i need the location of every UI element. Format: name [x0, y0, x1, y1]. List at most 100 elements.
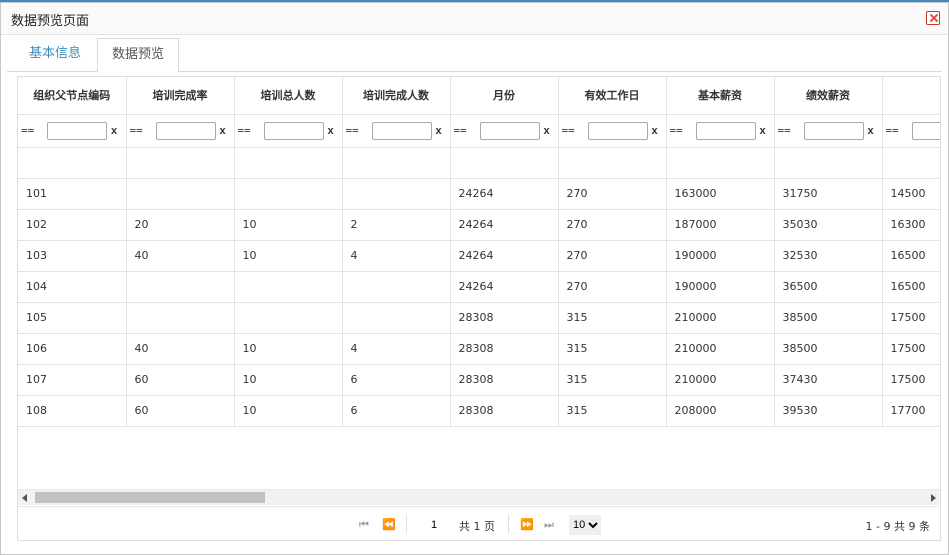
- clear-filter-icon[interactable]: x: [436, 125, 442, 137]
- filter-operator[interactable]: ==: [670, 124, 696, 137]
- table-cell: 106: [18, 333, 127, 365]
- table-cell: 38500: [774, 302, 883, 334]
- table-cell: 315: [558, 302, 667, 334]
- table-cell: 208000: [666, 395, 775, 427]
- scroll-thumb[interactable]: [35, 492, 265, 503]
- filter-input[interactable]: [695, 121, 756, 140]
- table-cell: 102: [18, 209, 127, 241]
- first-page-icon[interactable]: ⏮: [359, 519, 369, 530]
- table-cell: [342, 147, 451, 179]
- column-filter: == x: [774, 114, 883, 148]
- table-cell: 20: [126, 209, 235, 241]
- tab-data-preview[interactable]: 数据预览: [97, 38, 180, 73]
- filter-operator[interactable]: ==: [454, 124, 480, 137]
- table-row[interactable]: 101 24264 270 163000 31750 14500: [18, 178, 940, 210]
- column-filter: == x: [126, 114, 235, 148]
- table-row[interactable]: 105 28308 315 210000 38500 17500: [18, 302, 940, 334]
- next-page-icon[interactable]: ⏩: [520, 519, 534, 530]
- filter-input[interactable]: [587, 121, 648, 140]
- table-cell: 24264: [450, 178, 559, 210]
- column-header[interactable]: 组织父节点编码: [18, 77, 127, 115]
- table-cell: 6: [342, 364, 451, 396]
- table-row[interactable]: 108 60 10 6 28308 315 208000 39530 17700: [18, 395, 940, 427]
- filter-input[interactable]: [263, 121, 324, 140]
- table-row[interactable]: 103 40 10 4 24264 270 190000 32530 16500: [18, 240, 940, 272]
- table-cell: 315: [558, 333, 667, 365]
- table-cell: 108: [18, 395, 127, 427]
- data-preview-dialog: 数据预览页面 基本信息 数据预览 组织父节点编码 培训完成率 培训总人数 培训完成人数…: [0, 2, 949, 555]
- table-row[interactable]: 104 24264 270 190000 36500 16500: [18, 271, 940, 303]
- pager-divider: [406, 515, 407, 533]
- clear-filter-icon[interactable]: x: [220, 125, 226, 137]
- clear-filter-icon[interactable]: x: [652, 125, 658, 137]
- dialog-titlebar: 数据预览页面: [1, 3, 948, 35]
- clear-filter-icon[interactable]: x: [760, 125, 766, 137]
- filter-input[interactable]: [155, 121, 216, 140]
- table-row[interactable]: 106 40 10 4 28308 315 210000 38500 17500: [18, 333, 940, 365]
- header-row: 组织父节点编码培训完成率培训总人数培训完成人数月份有效工作日基本薪资绩效薪资保: [18, 77, 940, 115]
- scroll-right-icon[interactable]: [931, 494, 936, 502]
- column-header[interactable]: 月份: [450, 77, 559, 115]
- table-cell: 315: [558, 364, 667, 396]
- clear-filter-icon[interactable]: x: [544, 125, 550, 137]
- column-filter: == x: [450, 114, 559, 148]
- page-number-input[interactable]: [414, 515, 454, 535]
- table-cell: 2: [342, 209, 451, 241]
- last-page-icon[interactable]: ⏭: [544, 519, 554, 530]
- clear-filter-icon[interactable]: x: [328, 125, 334, 137]
- filter-operator[interactable]: ==: [562, 124, 588, 137]
- column-header[interactable]: 保: [882, 77, 940, 115]
- horizontal-scrollbar[interactable]: [18, 489, 940, 505]
- filter-operator[interactable]: ==: [886, 124, 912, 137]
- table-cell: [126, 302, 235, 334]
- close-icon[interactable]: [926, 11, 940, 25]
- table-cell: [342, 302, 451, 334]
- table-cell: 28308: [450, 395, 559, 427]
- filter-operator[interactable]: ==: [238, 124, 264, 137]
- filter-input[interactable]: [803, 121, 864, 140]
- column-header[interactable]: 培训总人数: [234, 77, 343, 115]
- filter-operator[interactable]: ==: [346, 124, 372, 137]
- table-cell: [234, 147, 343, 179]
- table-cell: 270: [558, 178, 667, 210]
- column-header[interactable]: 绩效薪资: [774, 77, 883, 115]
- table-cell: [774, 147, 883, 179]
- table-cell: 4: [342, 240, 451, 272]
- tab-basic-info[interactable]: 基本信息: [15, 38, 95, 72]
- table-cell: 163000: [666, 178, 775, 210]
- column-header[interactable]: 基本薪资: [666, 77, 775, 115]
- table-row[interactable]: 107 60 10 6 28308 315 210000 37430 17500: [18, 364, 940, 396]
- filter-input[interactable]: [479, 121, 540, 140]
- scroll-left-icon[interactable]: [22, 494, 27, 502]
- column-filter: == x: [666, 114, 775, 148]
- table-body: 101 24264 270 163000 31750 14500 102 20 10 2 24264…: [18, 147, 940, 427]
- column-header[interactable]: 有效工作日: [558, 77, 667, 115]
- table-cell: 17500: [882, 364, 940, 396]
- column-header[interactable]: 培训完成人数: [342, 77, 451, 115]
- table-cell: 36500: [774, 271, 883, 303]
- filter-input[interactable]: [371, 121, 432, 140]
- table-cell: 210000: [666, 364, 775, 396]
- table-cell: 24264: [450, 209, 559, 241]
- table-cell: 315: [558, 395, 667, 427]
- table-cell: 16500: [882, 271, 940, 303]
- prev-page-icon[interactable]: ⏪: [382, 519, 396, 530]
- table-cell: [234, 302, 343, 334]
- filter-operator[interactable]: ==: [130, 124, 156, 137]
- clear-filter-icon[interactable]: x: [868, 125, 874, 137]
- table-cell: 28308: [450, 364, 559, 396]
- table-cell: 4: [342, 333, 451, 365]
- filter-operator[interactable]: ==: [21, 124, 47, 137]
- table-cell: 10: [234, 240, 343, 272]
- record-count-info: 1 - 9 共 9 条: [865, 520, 930, 533]
- column-header[interactable]: 培训完成率: [126, 77, 235, 115]
- filter-input[interactable]: [47, 121, 107, 140]
- table-row[interactable]: [18, 147, 940, 179]
- filter-input[interactable]: [911, 121, 940, 140]
- clear-filter-icon[interactable]: x: [111, 125, 117, 137]
- page-size-select[interactable]: 10: [569, 515, 601, 535]
- table-cell: 60: [126, 395, 235, 427]
- table-cell: 35030: [774, 209, 883, 241]
- table-row[interactable]: 102 20 10 2 24264 270 187000 35030 16300: [18, 209, 940, 241]
- filter-operator[interactable]: ==: [778, 124, 804, 137]
